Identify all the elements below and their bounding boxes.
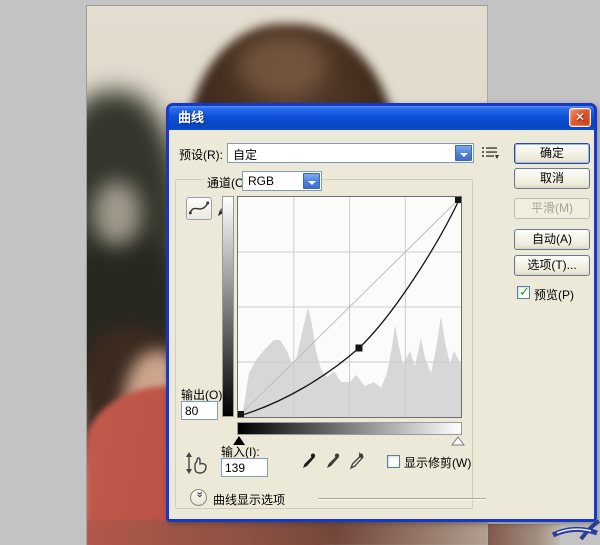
dialog-title: 曲线 <box>178 110 204 125</box>
options-button[interactable]: 选项(T)... <box>514 255 590 276</box>
white-point-slider[interactable] <box>451 435 465 449</box>
curve-point-selected <box>356 345 363 352</box>
targeted-adjustment-hand-icon[interactable] <box>185 452 209 477</box>
smooth-button-disabled: 平滑(M) <box>514 198 590 219</box>
curve-tool-icon <box>187 198 211 219</box>
photo-hair-highlight <box>237 36 327 96</box>
dialog-body: 预设(R): 自定 确定 取消 平滑(M) 自动(A) 选项(T)... ✓ <box>169 130 594 519</box>
preset-label: 预设(R): <box>179 146 223 163</box>
chevron-down-icon[interactable] <box>455 145 472 161</box>
close-button[interactable]: ✕ <box>569 108 591 127</box>
dialog-titlebar[interactable]: 曲线 ✕ <box>169 106 594 130</box>
photo-light-spot <box>93 181 141 246</box>
photo-bottom-extension <box>488 524 560 545</box>
double-chevron-down-icon: » <box>194 492 206 503</box>
input-gradient-bar <box>237 422 462 435</box>
preset-options-menu-icon[interactable] <box>481 145 499 160</box>
preset-dropdown[interactable]: 自定 <box>227 143 474 163</box>
curve-endpoint-highlight <box>455 197 461 203</box>
section-divider <box>318 498 486 500</box>
close-icon: ✕ <box>575 110 585 124</box>
channel-dropdown[interactable]: RGB <box>242 171 322 191</box>
gray-point-eyedropper-icon[interactable] <box>323 452 340 475</box>
screen: 曲线 ✕ 预设(R): 自定 确定 取消 <box>0 0 600 545</box>
expand-section-button[interactable]: » <box>190 489 207 506</box>
channel-value: RGB <box>248 174 274 188</box>
curve-grid[interactable] <box>237 196 462 418</box>
auto-button[interactable]: 自动(A) <box>514 229 590 250</box>
curve-display-options-label[interactable]: 曲线显示选项 <box>213 491 285 508</box>
chevron-down-icon[interactable] <box>303 173 320 189</box>
black-point-eyedropper-icon[interactable] <box>299 452 316 475</box>
cancel-button[interactable]: 取消 <box>514 168 590 189</box>
white-point-eyedropper-icon[interactable] <box>347 452 364 475</box>
preview-checkbox[interactable]: ✓ <box>517 286 530 299</box>
output-gradient-bar <box>222 196 234 417</box>
watermark-fragment <box>551 519 600 545</box>
ok-button[interactable]: 确定 <box>514 143 590 164</box>
curve-endpoint-shadow <box>238 411 244 417</box>
show-clipping-label[interactable]: 显示修剪(W) <box>404 454 471 471</box>
edit-points-tool-button[interactable] <box>186 197 212 220</box>
show-clipping-checkbox[interactable] <box>387 455 400 468</box>
preview-label[interactable]: 预览(P) <box>534 286 574 303</box>
output-input[interactable] <box>181 401 218 420</box>
check-icon: ✓ <box>519 284 530 300</box>
input-input[interactable] <box>221 458 268 477</box>
curves-dialog: 曲线 ✕ 预设(R): 自定 确定 取消 <box>166 103 597 522</box>
photo-bottom-strip <box>87 520 488 545</box>
preset-value: 自定 <box>233 146 257 163</box>
